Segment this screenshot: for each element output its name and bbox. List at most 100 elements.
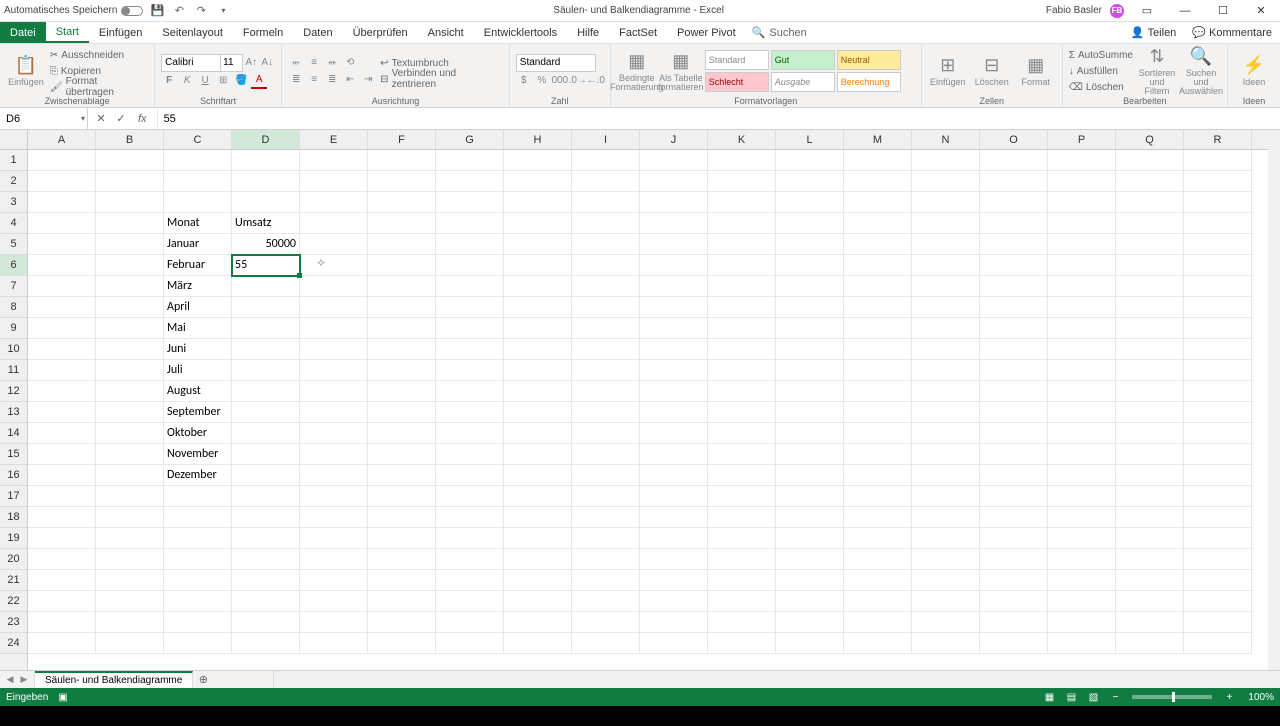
cell-A5[interactable] xyxy=(28,234,96,255)
cell-O18[interactable] xyxy=(980,507,1048,528)
cell-J6[interactable] xyxy=(640,255,708,276)
cell-B18[interactable] xyxy=(96,507,164,528)
cell-K18[interactable] xyxy=(708,507,776,528)
cell-H17[interactable] xyxy=(504,486,572,507)
cell-N9[interactable] xyxy=(912,318,980,339)
cell-B7[interactable] xyxy=(96,276,164,297)
cell-N12[interactable] xyxy=(912,381,980,402)
add-sheet-button[interactable]: ⊕ xyxy=(193,671,213,688)
cell-R1[interactable] xyxy=(1184,150,1252,171)
cell-M14[interactable] xyxy=(844,423,912,444)
cell-N20[interactable] xyxy=(912,549,980,570)
cell-O21[interactable] xyxy=(980,570,1048,591)
row-header-14[interactable]: 14 xyxy=(0,423,27,444)
cell-R11[interactable] xyxy=(1184,360,1252,381)
cell-G3[interactable] xyxy=(436,192,504,213)
cell-J15[interactable] xyxy=(640,444,708,465)
cell-Q4[interactable] xyxy=(1116,213,1184,234)
cell-R3[interactable] xyxy=(1184,192,1252,213)
minimize-icon[interactable]: — xyxy=(1170,2,1200,20)
cell-C5[interactable]: Januar xyxy=(164,234,232,255)
cell-Q11[interactable] xyxy=(1116,360,1184,381)
cell-D6[interactable]: 55 xyxy=(232,255,300,276)
cell-K4[interactable] xyxy=(708,213,776,234)
cell-C20[interactable] xyxy=(164,549,232,570)
cell-J12[interactable] xyxy=(640,381,708,402)
cell-J9[interactable] xyxy=(640,318,708,339)
cell-L6[interactable] xyxy=(776,255,844,276)
col-header-I[interactable]: I xyxy=(572,130,640,149)
cell-I12[interactable] xyxy=(572,381,640,402)
share-button[interactable]: 👤 Teilen xyxy=(1123,22,1184,43)
cell-H16[interactable] xyxy=(504,465,572,486)
cell-C21[interactable] xyxy=(164,570,232,591)
cell-D5[interactable]: 50000 xyxy=(232,234,300,255)
cell-R18[interactable] xyxy=(1184,507,1252,528)
cell-O22[interactable] xyxy=(980,591,1048,612)
cell-G10[interactable] xyxy=(436,339,504,360)
cell-H14[interactable] xyxy=(504,423,572,444)
row-header-17[interactable]: 17 xyxy=(0,486,27,507)
row-header-18[interactable]: 18 xyxy=(0,507,27,528)
cell-N14[interactable] xyxy=(912,423,980,444)
cell-C4[interactable]: Monat xyxy=(164,213,232,234)
cell-R22[interactable] xyxy=(1184,591,1252,612)
cell-C23[interactable] xyxy=(164,612,232,633)
cell-E22[interactable] xyxy=(300,591,368,612)
cell-J3[interactable] xyxy=(640,192,708,213)
cell-F1[interactable] xyxy=(368,150,436,171)
cell-I3[interactable] xyxy=(572,192,640,213)
cell-N22[interactable] xyxy=(912,591,980,612)
cell-D21[interactable] xyxy=(232,570,300,591)
cell-P17[interactable] xyxy=(1048,486,1116,507)
col-header-G[interactable]: G xyxy=(436,130,504,149)
cell-A2[interactable] xyxy=(28,171,96,192)
cell-G4[interactable] xyxy=(436,213,504,234)
cell-D17[interactable] xyxy=(232,486,300,507)
col-header-Q[interactable]: Q xyxy=(1116,130,1184,149)
cell-J23[interactable] xyxy=(640,612,708,633)
cell-I2[interactable] xyxy=(572,171,640,192)
cell-C18[interactable] xyxy=(164,507,232,528)
cell-M1[interactable] xyxy=(844,150,912,171)
cell-A10[interactable] xyxy=(28,339,96,360)
cell-F22[interactable] xyxy=(368,591,436,612)
cell-J24[interactable] xyxy=(640,633,708,654)
cell-K22[interactable] xyxy=(708,591,776,612)
cell-B9[interactable] xyxy=(96,318,164,339)
cell-R24[interactable] xyxy=(1184,633,1252,654)
col-header-R[interactable]: R xyxy=(1184,130,1252,149)
cell-G16[interactable] xyxy=(436,465,504,486)
cell-I20[interactable] xyxy=(572,549,640,570)
cell-K13[interactable] xyxy=(708,402,776,423)
cell-L23[interactable] xyxy=(776,612,844,633)
cell-P7[interactable] xyxy=(1048,276,1116,297)
cell-J8[interactable] xyxy=(640,297,708,318)
cell-K19[interactable] xyxy=(708,528,776,549)
col-header-M[interactable]: M xyxy=(844,130,912,149)
cell-E11[interactable] xyxy=(300,360,368,381)
cell-E8[interactable] xyxy=(300,297,368,318)
cell-M5[interactable] xyxy=(844,234,912,255)
cell-P19[interactable] xyxy=(1048,528,1116,549)
cell-I8[interactable] xyxy=(572,297,640,318)
cell-E13[interactable] xyxy=(300,402,368,423)
cell-Q18[interactable] xyxy=(1116,507,1184,528)
cell-Q5[interactable] xyxy=(1116,234,1184,255)
cell-Q8[interactable] xyxy=(1116,297,1184,318)
cell-A13[interactable] xyxy=(28,402,96,423)
cell-K2[interactable] xyxy=(708,171,776,192)
cell-R23[interactable] xyxy=(1184,612,1252,633)
row-header-22[interactable]: 22 xyxy=(0,591,27,612)
cell-J13[interactable] xyxy=(640,402,708,423)
zoom-level[interactable]: 100% xyxy=(1248,692,1274,703)
cell-M8[interactable] xyxy=(844,297,912,318)
cell-P14[interactable] xyxy=(1048,423,1116,444)
cell-K21[interactable] xyxy=(708,570,776,591)
currency-icon[interactable]: $ xyxy=(516,73,532,89)
cell-G1[interactable] xyxy=(436,150,504,171)
col-header-C[interactable]: C xyxy=(164,130,232,149)
row-header-12[interactable]: 12 xyxy=(0,381,27,402)
cell-D15[interactable] xyxy=(232,444,300,465)
cell-P9[interactable] xyxy=(1048,318,1116,339)
